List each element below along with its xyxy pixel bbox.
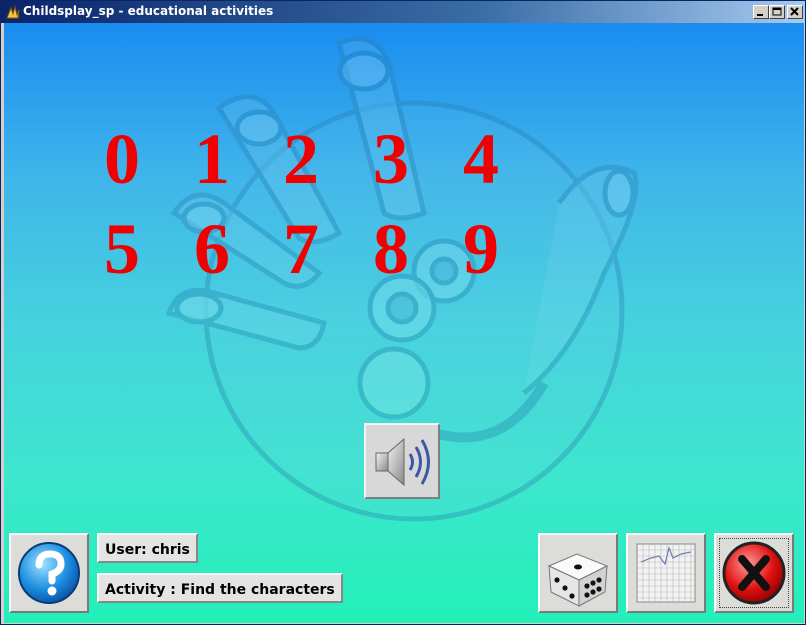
dice-icon	[547, 553, 609, 607]
dice-button[interactable]	[538, 533, 618, 613]
quit-button[interactable]	[714, 533, 794, 613]
activity-canvas: 0 1 2 3 4 5 6 7 8 9 User: chris Activity…	[4, 23, 804, 623]
digit-3[interactable]: 3	[356, 123, 426, 195]
digit-4[interactable]: 4	[446, 123, 516, 195]
app-window: Childsplay_sp - educational activities 0…	[0, 0, 806, 625]
minimize-button[interactable]	[753, 5, 769, 19]
digit-1[interactable]: 1	[177, 123, 247, 195]
speaker-icon	[375, 437, 430, 487]
digit-9[interactable]: 9	[446, 213, 516, 285]
digit-6[interactable]: 6	[177, 213, 247, 285]
title-bar[interactable]: Childsplay_sp - educational activities	[1, 1, 805, 23]
digit-2[interactable]: 2	[266, 123, 336, 195]
close-x-icon	[722, 541, 786, 605]
user-label: User: chris	[97, 533, 198, 563]
digit-0[interactable]: 0	[87, 123, 157, 195]
window-title: Childsplay_sp - educational activities	[23, 4, 274, 18]
graph-icon	[636, 543, 696, 603]
question-mark-icon	[18, 542, 80, 604]
activity-label: Activity : Find the characters	[97, 573, 343, 603]
maximize-icon	[772, 7, 782, 16]
window-close-icon	[790, 7, 799, 16]
maximize-button[interactable]	[769, 5, 785, 19]
minimize-icon	[757, 14, 763, 16]
app-icon	[6, 5, 20, 19]
play-sound-button[interactable]	[364, 423, 440, 499]
graph-button[interactable]	[626, 533, 706, 613]
digit-8[interactable]: 8	[356, 213, 426, 285]
window-close-button[interactable]	[787, 5, 803, 19]
help-button[interactable]	[9, 533, 89, 613]
digit-7[interactable]: 7	[266, 213, 336, 285]
digit-5[interactable]: 5	[87, 213, 157, 285]
